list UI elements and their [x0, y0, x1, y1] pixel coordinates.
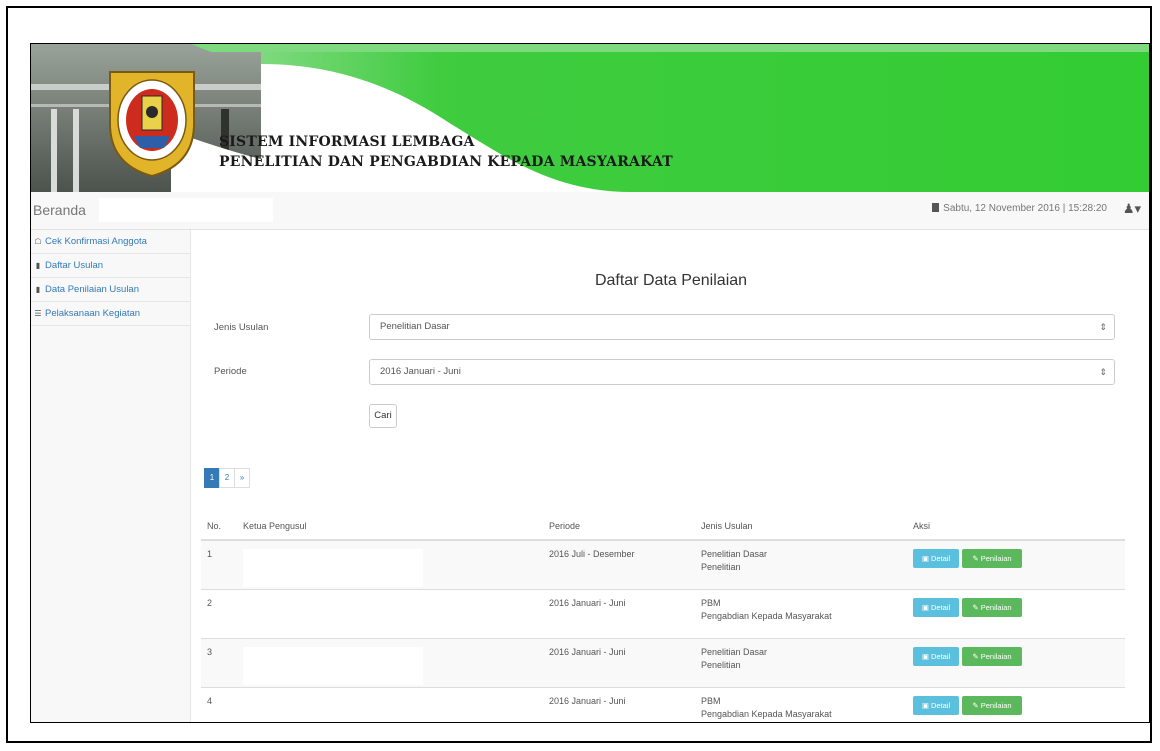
detail-button[interactable]: ▣ Detail: [913, 549, 959, 568]
row-no: 1: [201, 539, 237, 590]
row-jenis-sub: Pengabdian Kepada Masyarakat: [701, 709, 832, 719]
row-jenis: PBM Pengabdian Kepada Masyarakat: [695, 589, 907, 639]
app-title-line1: SISTEM INFORMASI LEMBAGA: [219, 134, 475, 150]
app-window: SISTEM INFORMASI LEMBAGA PENELITIAN DAN …: [30, 43, 1150, 723]
book-icon: ▮: [35, 285, 41, 294]
penilaian-button-label: Penilaian: [980, 603, 1012, 612]
column-header-no: No.: [201, 513, 237, 541]
penilaian-button-label: Penilaian: [980, 701, 1012, 710]
sidebar-item-pelaksanaan[interactable]: ☰ Pelaksanaan Kegiatan: [31, 302, 190, 326]
detail-button-label: Detail: [930, 701, 951, 710]
periode-label: Periode: [214, 366, 247, 377]
select-caret-icon: ⇕: [1099, 367, 1107, 377]
jenis-usulan-label: Jenis Usulan: [214, 322, 269, 333]
column-header-ketua: Ketua Pengusul: [237, 513, 543, 541]
periode-value: 2016 Januari - Juni: [380, 366, 461, 377]
sidebar: ☖ Cek Konfirmasi Anggota ▮ Daftar Usulan…: [31, 230, 191, 722]
detail-button[interactable]: ▣ Detail: [913, 696, 959, 715]
row-jenis-main: PBM: [701, 696, 721, 706]
row-jenis-main: Penelitian Dasar: [701, 647, 768, 657]
table-row: 2 2016 Januari - Juni PBM Pengabdian Kepa…: [201, 589, 1125, 639]
select-caret-icon: ⇕: [1099, 322, 1107, 332]
book-icon: ▮: [35, 261, 41, 270]
penilaian-button[interactable]: ✎ Penilaian: [962, 598, 1022, 617]
penilaian-table: No. Ketua Pengusul Periode Jenis Usulan …: [201, 513, 1125, 722]
penilaian-button-label: Penilaian: [980, 652, 1012, 661]
page-2-link[interactable]: 2: [219, 468, 235, 488]
sidebar-item-label: Daftar Usulan: [45, 260, 104, 271]
row-ketua: [237, 638, 543, 688]
detail-button-label: Detail: [930, 652, 951, 661]
row-aksi: ▣ Detail ✎ Penilaian: [907, 539, 1125, 590]
navbar-datetime-text: Sabtu, 12 November 2016 | 15:28:20: [943, 203, 1107, 214]
row-ketua: [237, 687, 543, 722]
row-periode: 2016 Januari - Juni: [543, 589, 695, 639]
table-header-row: No. Ketua Pengusul Periode Jenis Usulan …: [201, 513, 1125, 541]
row-periode: 2016 Juli - Desember: [543, 539, 695, 590]
jenis-usulan-value: Penelitian Dasar: [380, 321, 450, 332]
row-aksi: ▣ Detail ✎ Penilaian: [907, 687, 1125, 722]
row-jenis-sub: Pengabdian Kepada Masyarakat: [701, 611, 832, 621]
detail-button[interactable]: ▣ Detail: [913, 647, 959, 666]
row-jenis-sub: Penelitian: [701, 660, 741, 670]
list-icon: ☰: [34, 309, 42, 318]
navbar-brand-link[interactable]: Beranda: [33, 202, 86, 218]
penilaian-button[interactable]: ✎ Penilaian: [962, 647, 1022, 666]
university-seal-logo: [109, 71, 195, 178]
row-jenis-main: Penelitian Dasar: [701, 549, 768, 559]
row-jenis: PBM Pengabdian Kepada Masyarakat: [695, 687, 907, 722]
next-page-link[interactable]: »: [234, 468, 250, 488]
table-row: 1 2016 Juli - Desember Penelitian Dasar P…: [201, 539, 1125, 590]
calendar-icon: [932, 203, 940, 212]
main-content: Daftar Data Penilaian Jenis Usulan Penel…: [191, 230, 1149, 722]
redacted-ketua: [243, 598, 423, 636]
column-header-aksi: Aksi: [907, 513, 1125, 541]
navbar-datetime: Sabtu, 12 November 2016 | 15:28:20: [932, 203, 1107, 214]
row-ketua: [237, 589, 543, 639]
cari-button[interactable]: Cari: [369, 404, 397, 428]
sidebar-item-daftar-usulan[interactable]: ▮ Daftar Usulan: [31, 254, 190, 278]
row-periode: 2016 Januari - Juni: [543, 638, 695, 688]
row-aksi: ▣ Detail ✎ Penilaian: [907, 638, 1125, 688]
pagination: 1 2 »: [204, 468, 250, 488]
user-menu-icon[interactable]: ♟▾: [1123, 201, 1141, 217]
sidebar-item-label: Cek Konfirmasi Anggota: [45, 236, 147, 247]
table-row: 3 2016 Januari - Juni Penelitian Dasar Pe…: [201, 638, 1125, 688]
periode-select[interactable]: 2016 Januari - Juni ⇕: [369, 359, 1115, 385]
table-row: 4 2016 Januari - Juni PBM Pengabdian Kepa…: [201, 687, 1125, 722]
top-navbar: Beranda Sabtu, 12 November 2016 | 15:28:…: [31, 192, 1149, 230]
row-jenis-main: PBM: [701, 598, 721, 608]
page-title: Daftar Data Penilaian: [594, 272, 748, 289]
navbar-masked-area: [99, 198, 273, 222]
row-jenis-sub: Penelitian: [701, 562, 741, 572]
sidebar-item-label: Pelaksanaan Kegiatan: [45, 308, 141, 319]
sidebar-item-label: Data Penilaian Usulan: [45, 284, 140, 295]
row-jenis: Penelitian Dasar Penelitian: [695, 539, 907, 590]
redacted-ketua: [243, 647, 423, 685]
row-aksi: ▣ Detail ✎ Penilaian: [907, 589, 1125, 639]
row-no: 4: [201, 687, 237, 722]
detail-button-label: Detail: [930, 554, 951, 563]
sidebar-item-cek-konfirmasi[interactable]: ☖ Cek Konfirmasi Anggota: [31, 230, 190, 254]
row-periode: 2016 Januari - Juni: [543, 687, 695, 722]
jenis-usulan-select[interactable]: Penelitian Dasar ⇕: [369, 314, 1115, 340]
row-jenis: Penelitian Dasar Penelitian: [695, 638, 907, 688]
penilaian-button[interactable]: ✎ Penilaian: [962, 549, 1022, 568]
penilaian-button[interactable]: ✎ Penilaian: [962, 696, 1022, 715]
header-banner: SISTEM INFORMASI LEMBAGA PENELITIAN DAN …: [31, 44, 1149, 192]
sidebar-item-data-penilaian[interactable]: ▮ Data Penilaian Usulan: [31, 278, 190, 302]
penilaian-button-label: Penilaian: [980, 554, 1012, 563]
column-header-periode: Periode: [543, 513, 695, 541]
row-no: 2: [201, 589, 237, 639]
column-header-jenis: Jenis Usulan: [695, 513, 907, 541]
app-title-line2: PENELITIAN DAN PENGABDIAN KEPADA MASYARA…: [219, 154, 673, 170]
row-no: 3: [201, 638, 237, 688]
row-ketua: [237, 539, 543, 590]
redacted-ketua: [243, 696, 423, 722]
home-icon: ☖: [34, 237, 42, 246]
page-1-link[interactable]: 1: [204, 468, 220, 488]
detail-button-label: Detail: [930, 603, 951, 612]
detail-button[interactable]: ▣ Detail: [913, 598, 959, 617]
redacted-ketua: [243, 549, 423, 587]
